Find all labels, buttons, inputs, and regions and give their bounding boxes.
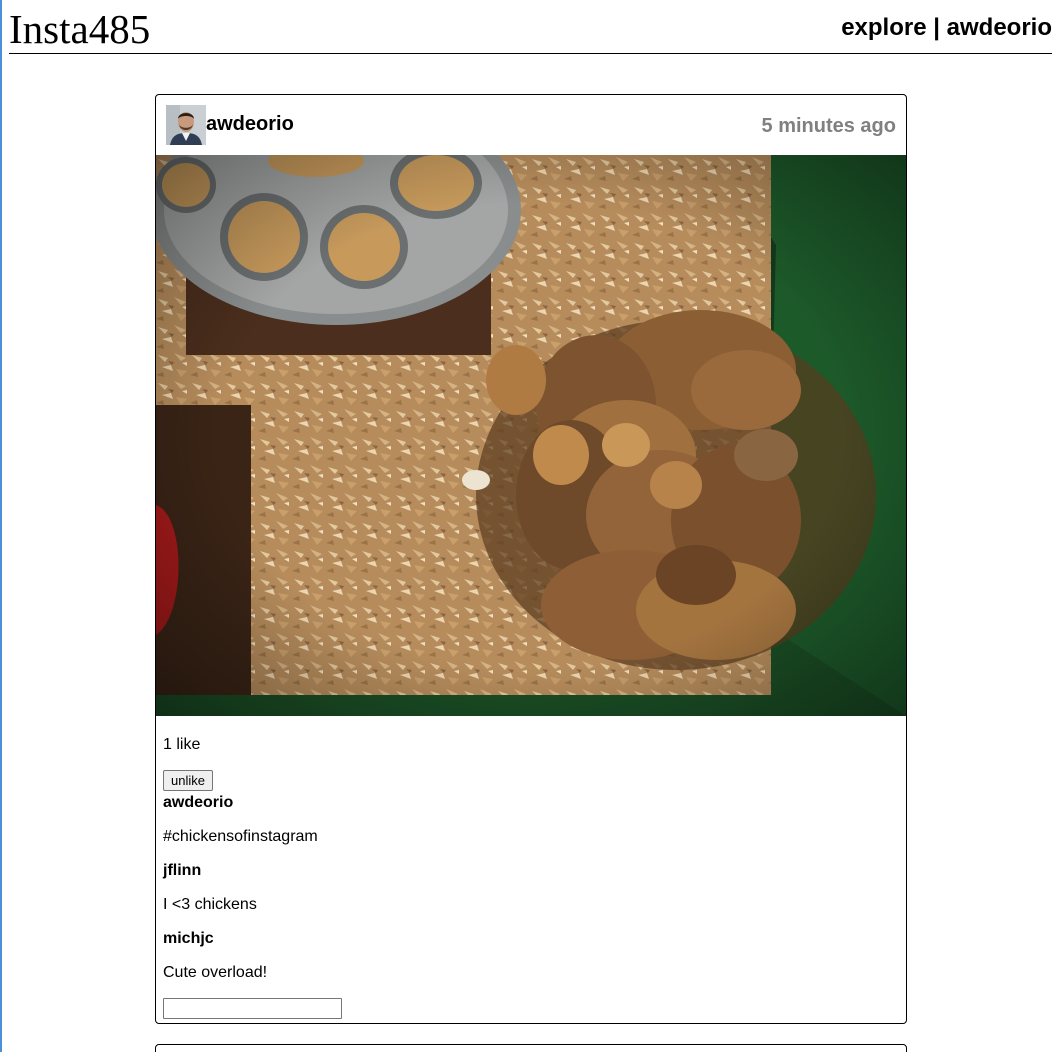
post-image bbox=[156, 155, 906, 716]
unlike-button[interactable]: unlike bbox=[163, 770, 213, 791]
post-header: awdeorio 5 minutes ago bbox=[156, 95, 906, 155]
logo-link[interactable]: Insta485 bbox=[9, 6, 150, 52]
comment-text: Cute overload! bbox=[163, 964, 268, 981]
avatar-image bbox=[166, 105, 206, 145]
window-left-edge bbox=[0, 0, 2, 1052]
comment-input[interactable] bbox=[163, 998, 342, 1019]
comment-owner-link[interactable]: jflinn bbox=[163, 862, 201, 880]
post-card: awdeorio 5 minutes ago 1 like unlike awd… bbox=[155, 94, 907, 1024]
user-profile-link[interactable]: awdeorio bbox=[947, 14, 1052, 41]
top-nav: explore | awdeorio bbox=[841, 14, 1052, 42]
comment-text: I <3 chickens bbox=[163, 896, 257, 913]
post-timestamp-link[interactable]: 5 minutes ago bbox=[762, 114, 896, 138]
comment-owner-link[interactable]: michjc bbox=[163, 930, 214, 948]
post-owner-link[interactable]: awdeorio bbox=[206, 112, 294, 136]
explore-link[interactable]: explore bbox=[841, 14, 926, 41]
next-post-card bbox=[155, 1044, 907, 1052]
comment-text: #chickensofinstagram bbox=[163, 828, 318, 845]
likes-count: 1 like bbox=[163, 736, 201, 753]
owner-avatar[interactable] bbox=[166, 105, 206, 145]
chicks-photo bbox=[156, 155, 906, 716]
page-header: Insta485 explore | awdeorio bbox=[9, 0, 1052, 54]
comment-owner-link[interactable]: awdeorio bbox=[163, 794, 233, 812]
nav-separator: | bbox=[933, 14, 940, 41]
